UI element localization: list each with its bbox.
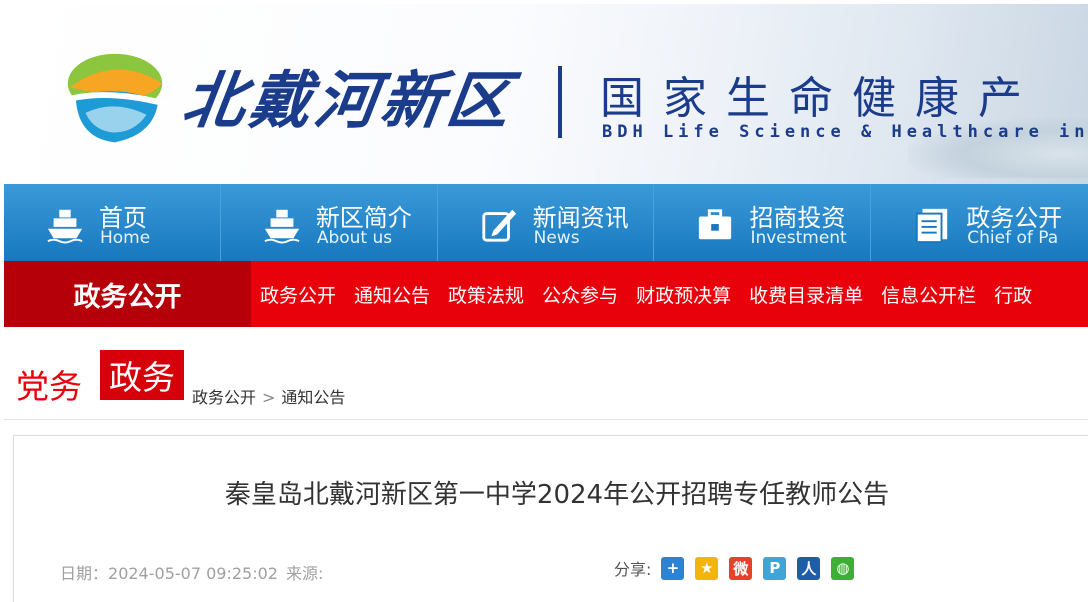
nav-label-en: News bbox=[533, 228, 580, 248]
nav-label-en: Home bbox=[100, 228, 151, 248]
briefcase-icon bbox=[699, 209, 732, 240]
sub-nav-link[interactable]: 财政预决算 bbox=[636, 281, 731, 308]
breadcrumb-link[interactable]: 政务公开 bbox=[192, 388, 256, 407]
nav-label-en: About us bbox=[316, 228, 393, 248]
sub-nav-link[interactable]: 政务公开 bbox=[260, 281, 336, 308]
sub-nav-section-title: 政务公开 bbox=[4, 261, 251, 327]
breadcrumb-band: 党务 政务 政务公开 > 通知公告 bbox=[4, 342, 1088, 420]
share-label: 分享: bbox=[614, 560, 652, 579]
article-title: 秦皇岛北戴河新区第一中学2024年公开招聘专任教师公告 bbox=[224, 480, 890, 510]
government-affairs-tab[interactable]: 政务 bbox=[100, 350, 184, 400]
sub-nav-link[interactable]: 收费目录清单 bbox=[749, 281, 863, 308]
banner-en-title: BDH Life Science & Healthcare in bbox=[602, 122, 1088, 142]
tencent-weibo-icon[interactable]: P bbox=[763, 556, 787, 580]
date-value: 2024-05-07 09:25:02 bbox=[108, 564, 278, 583]
renren-icon[interactable]: 人 bbox=[797, 556, 821, 580]
main-nav: 首页 Home 新区简介 About us 新闻资讯 News 招商投资 Inv… bbox=[4, 184, 1088, 261]
share-bar: 分享: + ★ 微 P 人 ◍ bbox=[614, 556, 865, 580]
edit-icon bbox=[482, 209, 516, 242]
nav-item-about[interactable]: 新区简介 About us bbox=[221, 184, 438, 261]
nav-label-en: Chief of Pa bbox=[967, 228, 1059, 248]
banner-divider bbox=[558, 66, 562, 138]
ship-icon bbox=[47, 209, 83, 244]
sub-nav-link[interactable]: 信息公开栏 bbox=[881, 281, 976, 308]
sub-nav-link[interactable]: 政策法规 bbox=[448, 281, 524, 308]
sub-nav-link[interactable]: 行政 bbox=[994, 281, 1032, 308]
sub-nav: 政务公开 政务公开 通知公告 政策法规 公众参与 财政预决算 收费目录清单 信息… bbox=[4, 261, 1088, 327]
party-affairs-tab[interactable]: 党务 bbox=[16, 360, 82, 408]
nav-item-investment[interactable]: 招商投资 Investment bbox=[654, 184, 872, 261]
calligraphy-logo-text: 北戴河新区 bbox=[178, 64, 519, 137]
sub-nav-link[interactable]: 通知公告 bbox=[354, 281, 430, 308]
article-panel: 秦皇岛北戴河新区第一中学2024年公开招聘专任教师公告 日期：2024-05-0… bbox=[13, 435, 1088, 602]
sub-nav-links: 政务公开 通知公告 政策法规 公众参与 财政预决算 收费目录清单 信息公开栏 行… bbox=[260, 261, 1050, 327]
qzone-icon[interactable]: ★ bbox=[695, 556, 719, 580]
weibo-icon[interactable]: 微 bbox=[729, 556, 753, 580]
document-icon bbox=[916, 208, 948, 244]
article-meta: 日期：2024-05-07 09:25:02 来源: bbox=[60, 560, 331, 584]
breadcrumb-separator: > bbox=[262, 388, 276, 407]
logo-icon[interactable] bbox=[56, 44, 174, 162]
breadcrumb: 政务公开 > 通知公告 bbox=[192, 384, 345, 408]
source-label: 来源: bbox=[285, 564, 324, 583]
ship-icon bbox=[264, 209, 300, 244]
nav-item-government[interactable]: 政务公开 Chief of Pa bbox=[871, 184, 1088, 261]
date-label: 日期： bbox=[60, 564, 109, 583]
header-banner: 北戴河新区 国家生命健康产 BDH Life Science & Healthc… bbox=[4, 4, 1088, 184]
plus-icon[interactable]: + bbox=[661, 556, 685, 580]
wechat-icon[interactable]: ◍ bbox=[831, 556, 855, 580]
banner-cn-title: 国家生命健康产 bbox=[600, 73, 1041, 124]
nav-label-en: Investment bbox=[750, 228, 847, 248]
nav-item-news[interactable]: 新闻资讯 News bbox=[438, 184, 655, 261]
sub-nav-link[interactable]: 公众参与 bbox=[542, 281, 618, 308]
nav-item-home[interactable]: 首页 Home bbox=[4, 184, 221, 261]
breadcrumb-link[interactable]: 通知公告 bbox=[281, 388, 345, 407]
